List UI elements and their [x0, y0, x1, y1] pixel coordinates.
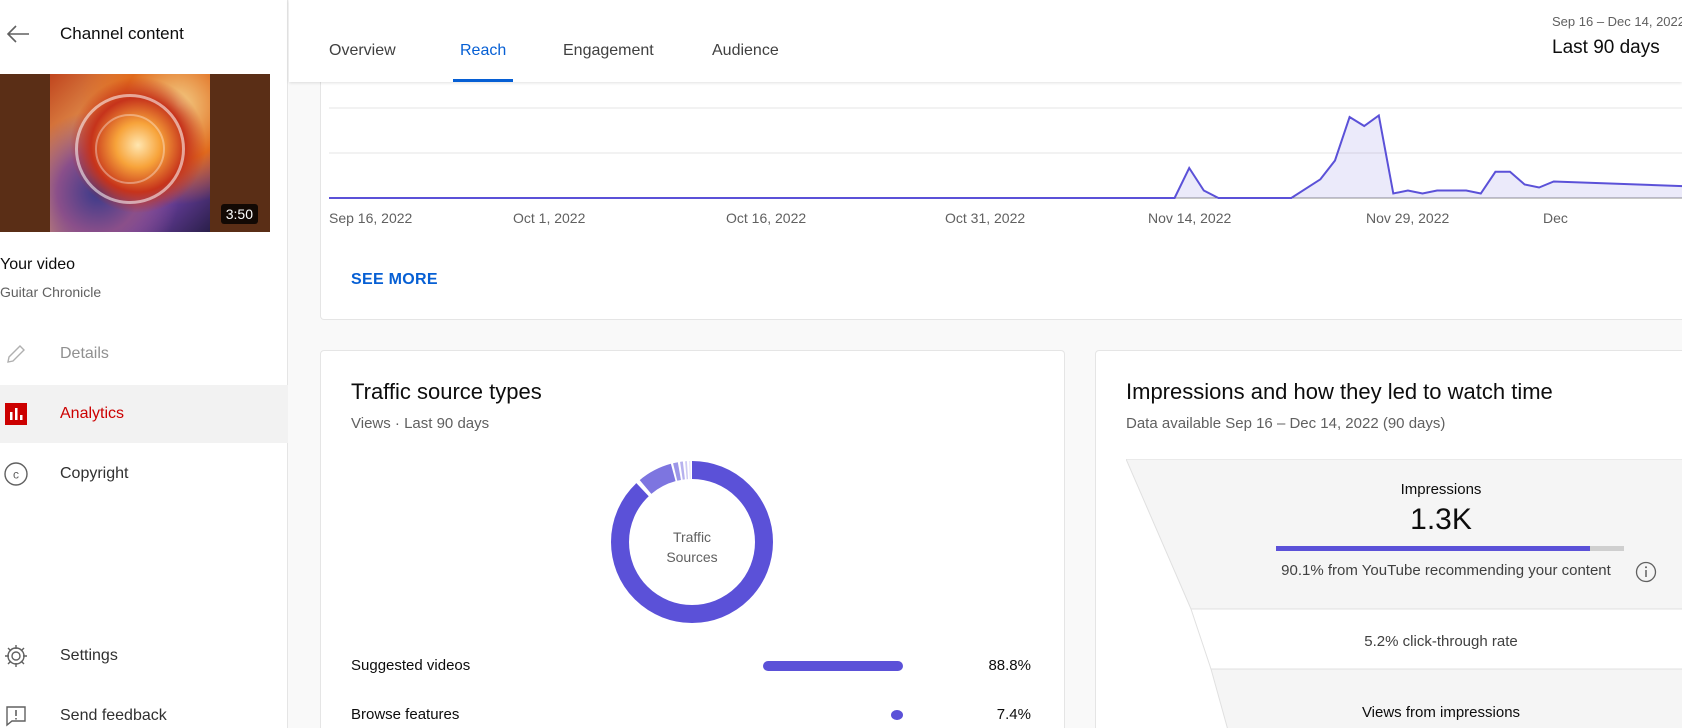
- gear-icon: [2, 642, 30, 670]
- sidebar-item-settings[interactable]: Settings: [0, 627, 288, 685]
- video-title: Your video: [0, 256, 76, 273]
- card-title: Impressions and how they led to watch ti…: [1126, 379, 1553, 404]
- series-line: [329, 113, 1682, 199]
- recommendation-share-bar: [1276, 546, 1624, 551]
- sidebar: Channel content 3:50 Your video Guitar C…: [0, 0, 288, 728]
- sidebar-item-label: Send feedback: [60, 707, 167, 724]
- series-area: [329, 115, 1682, 198]
- sidebar-item-label: Settings: [60, 647, 118, 664]
- traffic-source-value: 88.8%: [988, 657, 1031, 674]
- traffic-source-bar: [891, 710, 903, 720]
- svg-text:c: c: [13, 468, 19, 482]
- video-duration: 3:50: [220, 204, 258, 224]
- views-from-impressions-label: Views from impressions: [1361, 704, 1521, 721]
- sidebar-item-details[interactable]: Details: [0, 325, 288, 383]
- click-through-rate: 5.2% click-through rate: [1364, 633, 1518, 650]
- impressions-funnel: [1126, 459, 1682, 728]
- thumbnail-decoration: [95, 114, 165, 184]
- traffic-source-name: Browse features: [351, 706, 460, 723]
- impressions-funnel-card: Impressions and how they led to watch ti…: [1095, 350, 1682, 728]
- sidebar-title: Channel content: [60, 24, 184, 43]
- sidebar-item-feedback[interactable]: Send feedback: [0, 687, 288, 728]
- donut-label-line: Sources: [666, 549, 718, 565]
- channel-name: Guitar Chronicle: [0, 284, 102, 300]
- see-more-link[interactable]: SEE MORE: [351, 271, 438, 289]
- x-tick-label: Oct 1, 2022: [513, 210, 586, 226]
- impressions-chart-card: Sep 16, 2022 Oct 1, 2022 Oct 16, 2022 Oct 3…: [320, 40, 1682, 320]
- x-tick-label: Oct 31, 2022: [945, 210, 1025, 226]
- impressions-label: Impressions: [1400, 481, 1482, 498]
- x-tick-label: Dec: [1543, 210, 1568, 226]
- feedback-icon: [2, 702, 30, 728]
- analytics-icon: [2, 400, 30, 428]
- date-range-picker[interactable]: Last 90 days: [1552, 37, 1660, 59]
- traffic-source-name: Suggested videos: [351, 657, 471, 674]
- traffic-row[interactable]: Suggested videos 88.8%: [351, 653, 1031, 677]
- recommendation-note: 90.1% from YouTube recommending your con…: [1281, 562, 1611, 579]
- tab-overview[interactable]: Overview: [329, 42, 396, 60]
- recommendation-share-fill: [1276, 546, 1590, 551]
- traffic-source-bar: [763, 661, 903, 671]
- back-arrow-icon[interactable]: [4, 22, 32, 46]
- x-tick-label: Nov 29, 2022: [1366, 210, 1449, 226]
- sidebar-item-label: Analytics: [60, 405, 125, 422]
- impressions-value: 1.3K: [1410, 503, 1472, 536]
- x-tick-label: Sep 16, 2022: [329, 210, 413, 226]
- sidebar-item-label: Copyright: [60, 465, 129, 482]
- card-subtitle: Views · Last 90 days: [351, 415, 490, 432]
- sidebar-item-label: Details: [60, 345, 109, 362]
- card-subtitle: Data available Sep 16 – Dec 14, 2022 (90…: [1126, 415, 1446, 432]
- traffic-source-value: 7.4%: [996, 706, 1031, 723]
- active-tab-indicator: [453, 79, 513, 82]
- traffic-source-card: Traffic source types Views · Last 90 day…: [320, 350, 1065, 728]
- sidebar-item-analytics[interactable]: Analytics: [0, 385, 288, 443]
- sidebar-item-copyright[interactable]: c Copyright: [0, 445, 288, 503]
- date-range-dates[interactable]: Sep 16 – Dec 14, 2022: [1552, 14, 1682, 29]
- tab-engagement[interactable]: Engagement: [563, 42, 654, 60]
- copyright-icon: c: [2, 460, 30, 488]
- traffic-row[interactable]: Browse features 7.4%: [351, 702, 1031, 726]
- x-tick-label: Oct 16, 2022: [726, 210, 806, 226]
- x-tick-label: Nov 14, 2022: [1148, 210, 1231, 226]
- video-thumbnail[interactable]: 3:50: [0, 74, 270, 232]
- analytics-tab-bar: Overview Reach Engagement Audience Sep 1…: [289, 0, 1682, 82]
- impressions-line-chart: Sep 16, 2022 Oct 1, 2022 Oct 16, 2022 Oct 3…: [329, 107, 1682, 226]
- pencil-icon: [2, 340, 30, 368]
- card-title: Traffic source types: [351, 379, 542, 404]
- tab-reach[interactable]: Reach: [460, 42, 506, 60]
- donut-center-label: Traffic Sources: [626, 527, 758, 567]
- info-icon[interactable]: [1635, 561, 1657, 583]
- tab-audience[interactable]: Audience: [712, 42, 779, 60]
- donut-label-line: Traffic: [672, 529, 712, 545]
